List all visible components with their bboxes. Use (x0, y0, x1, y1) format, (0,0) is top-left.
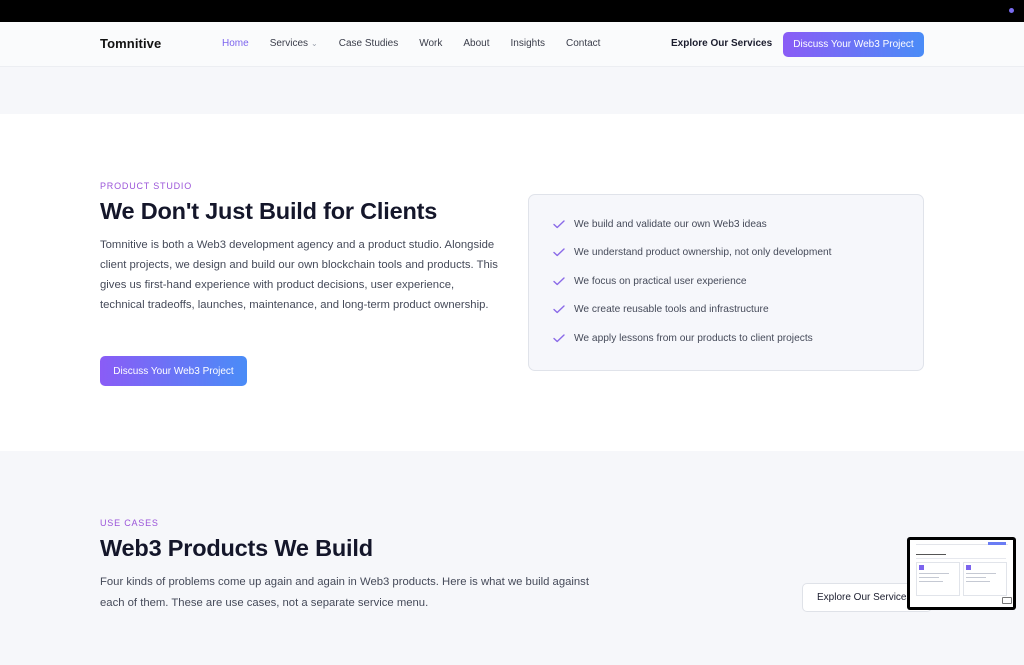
check-icon (553, 220, 565, 229)
check-icon (553, 277, 565, 286)
explore-services-link[interactable]: Explore Our Services (671, 38, 772, 49)
section-description: Tomnitive is both a Web3 development age… (100, 239, 498, 311)
section-title: We Don't Just Build for Clients (100, 198, 438, 224)
thumbnail-content (910, 540, 1013, 607)
brand-logo[interactable]: Tomnitive (100, 36, 161, 51)
nav-item-about[interactable]: About (463, 38, 489, 49)
checklist-item: We apply lessons from our products to cl… (553, 333, 813, 344)
product-studio-section: PRODUCT STUDIO We Don't Just Build for C… (0, 114, 1024, 451)
checklist-item-text: We apply lessons from our products to cl… (574, 333, 813, 344)
nav-item-services-label: Services (269, 38, 309, 49)
site-header: Tomnitive Home Services ⌄ Case Studies Wo… (0, 22, 1024, 67)
discuss-project-button[interactable]: Discuss Your Web3 Project (783, 32, 924, 57)
checklist-item: We focus on practical user experience (553, 276, 747, 287)
main-nav: Home Services ⌄ Case Studies Work About I… (222, 38, 621, 49)
nav-item-insights[interactable]: Insights (511, 38, 545, 49)
screenshot-preview-thumbnail[interactable] (907, 537, 1016, 610)
browser-top-bar (0, 0, 1024, 22)
check-icon (553, 334, 565, 343)
checklist-item-text: We understand product ownership, not onl… (574, 247, 832, 258)
nav-item-contact[interactable]: Contact (566, 38, 600, 49)
checklist-item-text: We create reusable tools and infrastruct… (574, 304, 769, 315)
checklist-item: We build and validate our own Web3 ideas (553, 219, 767, 230)
section-description: Four kinds of problems come up again and… (100, 576, 589, 609)
nav-item-home[interactable]: Home (222, 38, 249, 49)
checklist-item-text: We build and validate our own Web3 ideas (574, 219, 767, 230)
indicator-dot-icon (1009, 8, 1014, 13)
checklist-item: We understand product ownership, not onl… (553, 247, 832, 258)
use-cases-section: USE CASES Web3 Products We Build Four ki… (0, 451, 1024, 665)
section-spacer (0, 67, 1024, 114)
check-icon (553, 305, 565, 314)
nav-item-work[interactable]: Work (419, 38, 442, 49)
discuss-project-button[interactable]: Discuss Your Web3 Project (100, 356, 247, 386)
section-eyebrow: PRODUCT STUDIO (100, 181, 193, 191)
checklist-item: We create reusable tools and infrastruct… (553, 304, 769, 315)
checklist-card: We build and validate our own Web3 ideas… (528, 194, 924, 371)
check-icon (553, 248, 565, 257)
nav-item-case-studies[interactable]: Case Studies (339, 38, 398, 49)
checklist-item-text: We focus on practical user experience (574, 276, 747, 287)
nav-item-services[interactable]: Services ⌄ (270, 38, 318, 49)
section-eyebrow: USE CASES (100, 518, 159, 528)
section-title: Web3 Products We Build (100, 535, 373, 561)
chevron-down-icon: ⌄ (311, 39, 318, 48)
